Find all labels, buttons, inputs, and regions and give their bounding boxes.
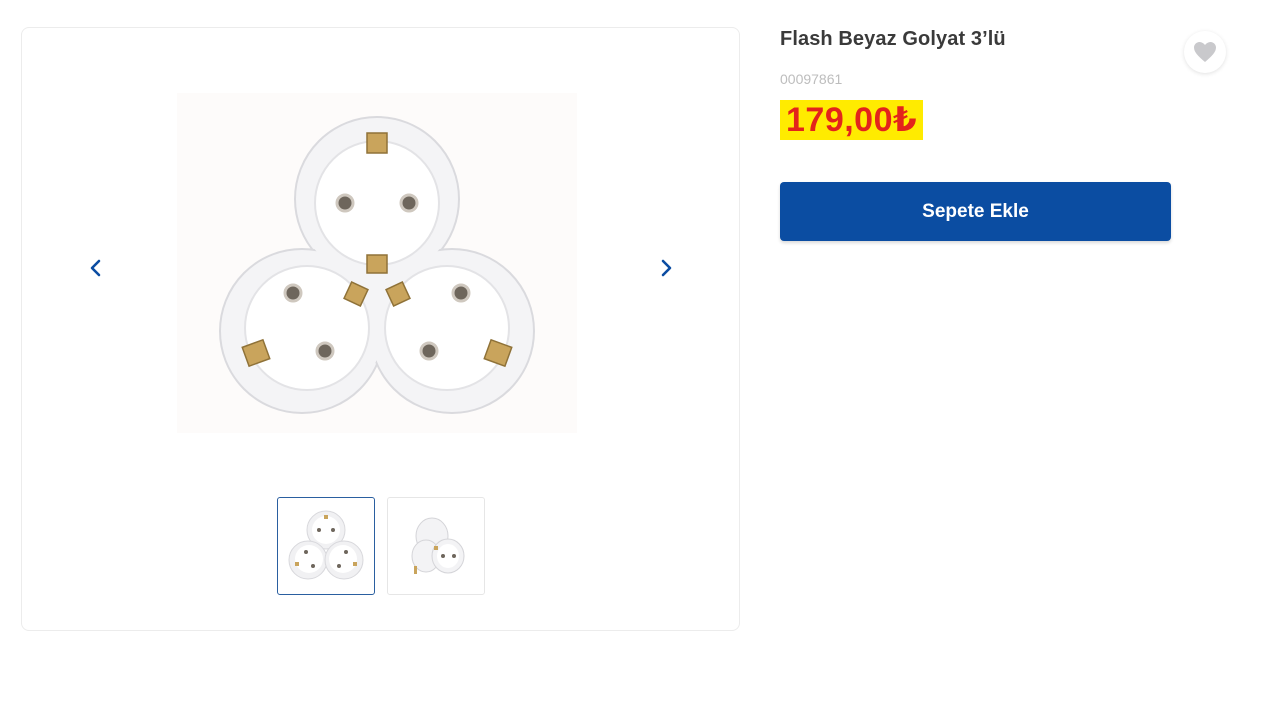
add-to-cart-button[interactable]: Sepete Ekle: [780, 182, 1171, 241]
heart-icon: [1194, 42, 1216, 62]
thumbnail-front[interactable]: [277, 497, 375, 595]
thumbnail-strip: [277, 497, 485, 595]
chevron-right-icon: [661, 259, 672, 277]
power-strip-thumbnail: [288, 510, 364, 580]
gallery-next-button[interactable]: [654, 256, 678, 280]
product-title: Flash Beyaz Golyat 3’lü: [780, 28, 1006, 50]
gallery-prev-button[interactable]: [84, 256, 108, 280]
thumbnail-side[interactable]: [387, 497, 485, 595]
favorite-button[interactable]: [1184, 31, 1226, 73]
product-page: Flash Beyaz Golyat 3’lü 00097861 179,00₺…: [0, 0, 1280, 720]
chevron-left-icon: [90, 259, 101, 277]
product-price: 179,00₺: [780, 100, 924, 140]
power-strip-side-thumbnail: [411, 517, 465, 574]
power-strip-image: [219, 116, 535, 414]
product-gallery: [21, 27, 740, 631]
product-info: Flash Beyaz Golyat 3’lü 00097861 179,00₺…: [780, 28, 1240, 241]
main-product-image: [177, 93, 577, 433]
product-sku: 00097861: [780, 71, 843, 87]
